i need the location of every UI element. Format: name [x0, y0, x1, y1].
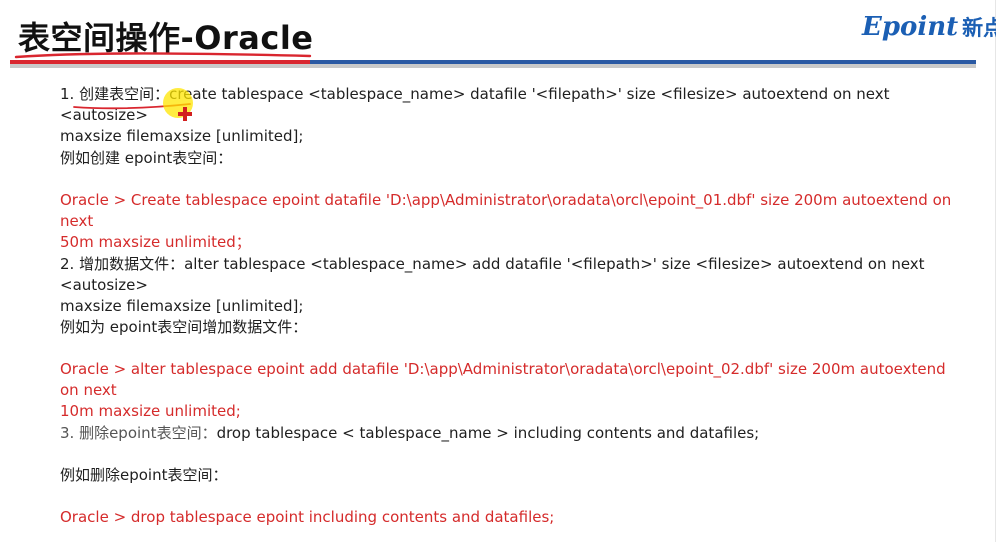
example-line: 50m maxsize unlimited；	[60, 233, 251, 251]
instruction-prefix: 3. 删除epoint表空间：	[60, 424, 217, 442]
section-3-instruction: 3. 删除epoint表空间：drop tablespace < tablesp…	[60, 423, 965, 444]
example-label: 例如删除epoint表空间：	[60, 466, 228, 484]
section-1-example: Oracle > Create tablespace epoint datafi…	[60, 190, 965, 253]
instruction-line: 2. 增加数据文件：alter tablespace <tablespace_n…	[60, 255, 930, 294]
header-rule-gray	[10, 64, 976, 68]
example-line: 10m maxsize unlimited;	[60, 402, 241, 420]
epoint-logo: Epoint 新点	[862, 10, 996, 44]
instruction-line: 1. 创建表空间：create tablespace <tablespace_n…	[60, 85, 895, 124]
example-label: 例如为 epoint表空间增加数据文件：	[60, 318, 308, 336]
section-3-example: Oracle > drop tablespace epoint includin…	[60, 507, 965, 528]
section-2-instruction: 2. 增加数据文件：alter tablespace <tablespace_n…	[60, 254, 965, 317]
pointer-cross-icon	[178, 107, 192, 121]
section-2-example: Oracle > alter tablespace epoint add dat…	[60, 359, 965, 422]
section-2-example-label: 例如为 epoint表空间增加数据文件：	[60, 317, 965, 338]
instruction-line: maxsize filemaxsize [unlimited];	[60, 127, 304, 145]
logo-cn: 新点	[962, 16, 996, 40]
logo-latin: Epoint	[862, 12, 959, 42]
section-1-instruction: 1. 创建表空间：create tablespace <tablespace_n…	[60, 84, 965, 147]
instruction-line: maxsize filemaxsize [unlimited];	[60, 297, 304, 315]
section-3-example-label: 例如删除epoint表空间：	[60, 465, 965, 486]
instruction-line: 3. 删除epoint表空间：drop tablespace < tablesp…	[60, 423, 965, 444]
example-line: Oracle > alter tablespace epoint add dat…	[60, 360, 951, 399]
slide-header: 表空间操作-Oracle Epoint 新点	[0, 0, 996, 70]
example-line: Oracle > Create tablespace epoint datafi…	[60, 191, 957, 230]
example-label: 例如创建 epoint表空间：	[60, 149, 233, 167]
section-1-example-label: 例如创建 epoint表空间：	[60, 148, 965, 169]
example-line: Oracle > drop tablespace epoint includin…	[60, 508, 555, 526]
header-rule-red	[10, 60, 310, 64]
instruction-rest: drop tablespace < tablespace_name > incl…	[216, 424, 760, 442]
slide: 表空间操作-Oracle Epoint 新点 1. 创建表空间：create t…	[0, 0, 996, 542]
